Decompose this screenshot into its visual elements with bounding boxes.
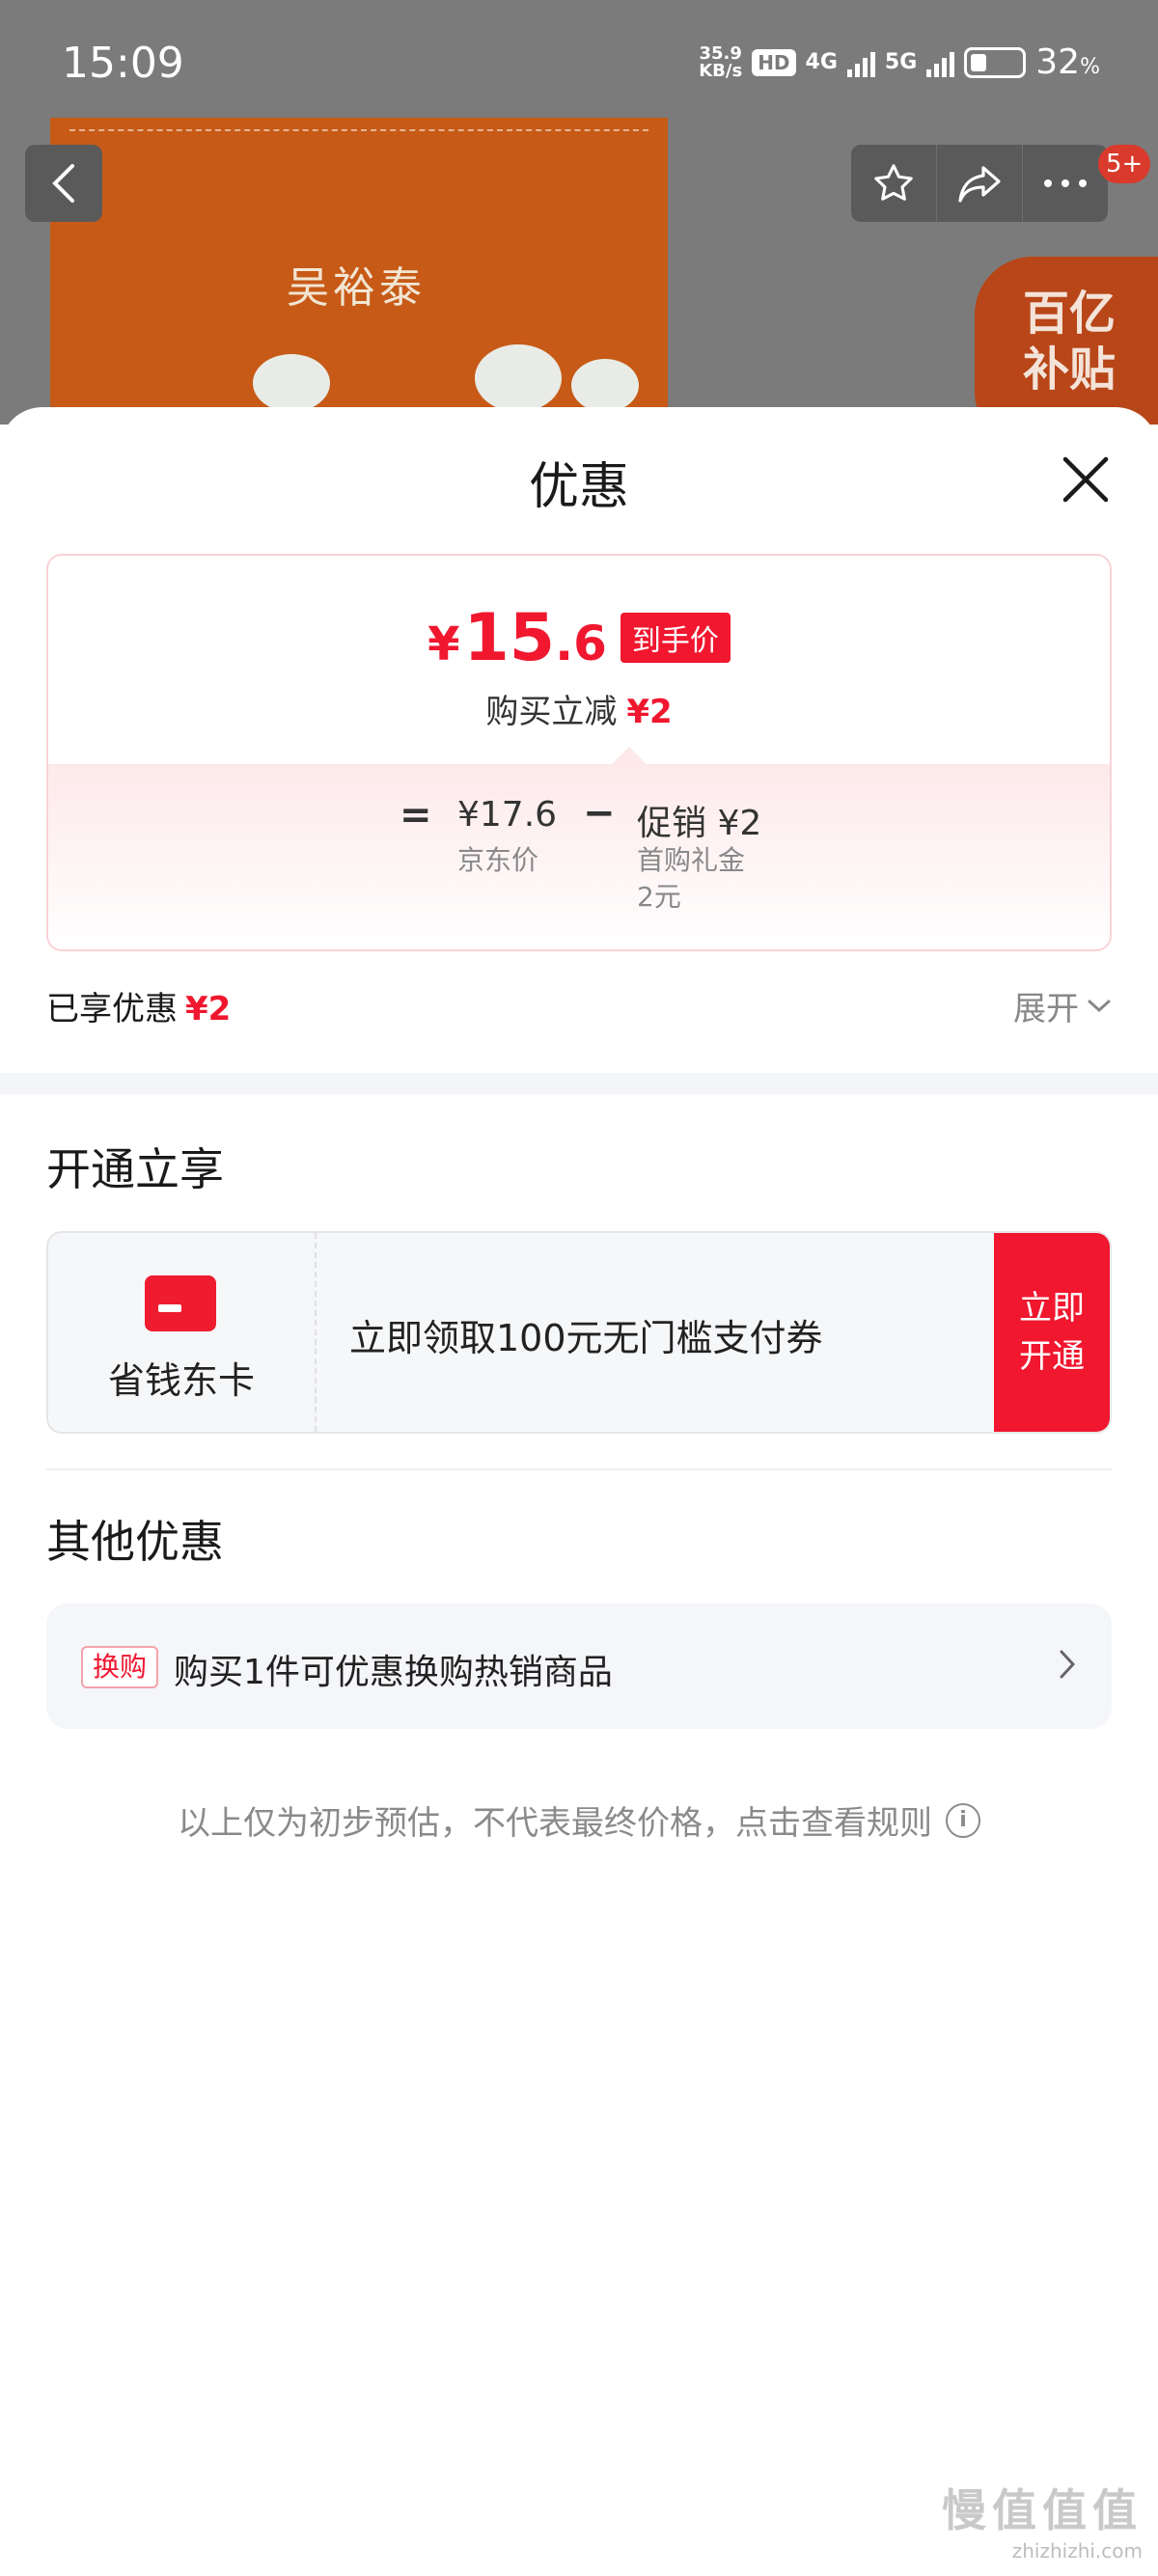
subsidy-badge: 百亿 补贴 [975, 257, 1158, 425]
final-price-tag: 到手价 [620, 613, 731, 663]
enjoyed-discount-row: 已享优惠 ¥2 展开 [46, 982, 1112, 1028]
chevron-left-icon [52, 164, 74, 203]
card-name: 省钱东卡 [107, 1359, 255, 1402]
top-action-group [851, 145, 1108, 222]
more-dots-icon [1044, 179, 1087, 187]
signal-4g-label: 4G [805, 50, 838, 74]
product-image: 吴裕泰 [50, 118, 668, 425]
open-benefit-title: 开通立享 [46, 1143, 224, 1195]
final-price: ¥ 15 .6 [427, 600, 607, 676]
share-button[interactable] [936, 145, 1022, 222]
chevron-down-icon [1088, 1000, 1111, 1012]
membership-offer-card: 省钱东卡 立即领取100元无门槛支付券 立即 开通 [46, 1231, 1112, 1434]
product-brand-text: 吴裕泰 [287, 263, 426, 313]
flower-decoration [475, 344, 562, 412]
card-notch [612, 747, 647, 764]
instant-reduction: 购买立减 ¥2 [485, 693, 673, 731]
signal-5g-label: 5G [884, 50, 918, 74]
discount-sheet: 优惠 ¥ 15 .6 到手价 购买立减 ¥2 = ¥17.6 京东价 − 促销 … [0, 407, 1158, 2576]
open-now-button[interactable]: 立即 开通 [994, 1233, 1110, 1432]
chevron-right-icon [1060, 1650, 1076, 1679]
battery-percent: 32% [1035, 42, 1100, 82]
close-icon [1062, 456, 1109, 503]
watermark: 慢值值值 zhizhizhi.com [942, 2484, 1143, 2562]
message-count-badge: 5+ [1098, 145, 1151, 183]
promo-sub-label: 首购礼金 [637, 844, 746, 876]
final-price-section: ¥ 15 .6 到手价 购买立减 ¥2 [48, 556, 1110, 764]
final-price-row: ¥ 15 .6 到手价 [48, 600, 1110, 676]
back-button[interactable] [25, 145, 102, 222]
other-discounts-title: 其他优惠 [46, 1516, 224, 1568]
sheet-title: 优惠 [528, 458, 629, 516]
promo-value: 促销 ¥2 [637, 804, 762, 843]
close-button[interactable] [1060, 453, 1112, 506]
status-time: 15:09 [62, 39, 184, 88]
signal-icon [846, 48, 875, 77]
promo-sub-amount: 2元 [637, 881, 681, 913]
more-button[interactable] [1022, 145, 1108, 222]
product-page-backdrop: 吴裕泰 15:09 35.9 KB/s HD 4G 5G 32% 5+ 百亿 补… [0, 0, 1158, 425]
status-indicators: 35.9 KB/s HD 4G 5G 32% [699, 42, 1100, 82]
disclaimer-link[interactable]: 以上仅为初步预估，不代表最终价格，点击查看规则 i [0, 1796, 1158, 1844]
section-divider [0, 1073, 1158, 1094]
price-formula-section: = ¥17.6 京东价 − 促销 ¥2 首购礼金 2元 [48, 764, 1110, 949]
status-bar: 15:09 35.9 KB/s HD 4G 5G 32% [0, 0, 1158, 125]
hd-icon: HD [752, 48, 796, 76]
signal-icon [926, 48, 955, 77]
swap-offer-row[interactable]: 换购 购买1件可优惠换购热销商品 [46, 1603, 1112, 1729]
battery-icon [964, 46, 1027, 78]
card-info: 省钱东卡 [48, 1233, 317, 1432]
jd-price-label: 京东价 [457, 844, 539, 876]
expand-button[interactable]: 展开 [1013, 982, 1112, 1029]
swap-tag: 换购 [81, 1646, 159, 1688]
price-summary-card: ¥ 15 .6 到手价 购买立减 ¥2 = ¥17.6 京东价 − 促销 ¥2 首… [46, 554, 1112, 951]
card-description: 立即领取100元无门槛支付券 [349, 1317, 823, 1359]
flower-decoration [253, 354, 330, 412]
swap-text: 购买1件可优惠换购热销商品 [174, 1653, 613, 1692]
info-icon: i [946, 1802, 980, 1838]
jd-price-value: ¥17.6 [457, 795, 558, 835]
minus-sign: − [583, 791, 616, 836]
favorite-button[interactable] [851, 145, 936, 222]
equals-sign: = [400, 793, 432, 837]
package-zip-line [69, 129, 648, 131]
divider-line [46, 1468, 1112, 1470]
card-icon [145, 1275, 216, 1331]
star-icon [874, 164, 913, 201]
flower-decoration [571, 359, 639, 412]
network-speed: 35.9 KB/s [699, 42, 743, 81]
share-icon [958, 166, 1001, 203]
